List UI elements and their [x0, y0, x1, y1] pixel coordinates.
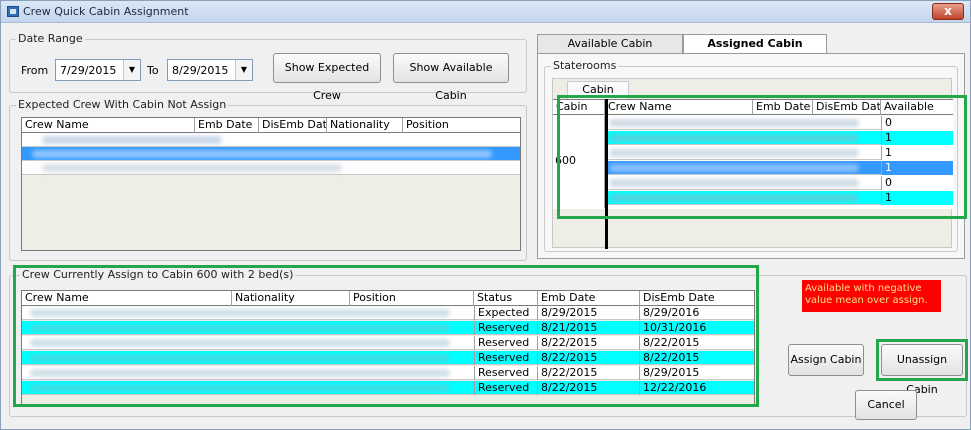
callout-highlight-assigned-crew — [13, 265, 759, 407]
crew-quick-cabin-assignment-window: Crew Quick Cabin Assignment x Date Range… — [0, 0, 971, 430]
to-label: To — [147, 64, 159, 77]
column-header-position[interactable]: Position — [403, 118, 522, 133]
chevron-down-icon[interactable]: ▼ — [123, 60, 140, 80]
to-date-picker[interactable]: 8/29/2015 ▼ — [167, 59, 253, 81]
show-available-cabin-button[interactable]: Show Available Cabin — [393, 53, 509, 102]
redacted-text — [42, 136, 222, 144]
column-header-crew-name[interactable]: Crew Name — [22, 118, 195, 133]
column-header-nationality[interactable]: Nationality — [327, 118, 403, 133]
window-title: Crew Quick Cabin Assignment — [23, 5, 189, 18]
redacted-text — [32, 150, 492, 158]
callout-highlight-unassign — [876, 339, 968, 381]
table-row[interactable] — [22, 133, 520, 147]
tab-assigned-cabin[interactable]: Assigned Cabin — [683, 34, 827, 54]
staterooms-legend: Staterooms — [551, 59, 619, 72]
callout-highlight-staterooms — [557, 95, 967, 219]
tab-available-cabin[interactable]: Available Cabin — [537, 34, 683, 54]
from-date-picker[interactable]: 7/29/2015 ▼ — [55, 59, 141, 81]
redacted-text — [42, 164, 342, 172]
app-icon — [7, 6, 19, 17]
from-label: From — [21, 64, 49, 77]
cancel-button[interactable]: Cancel — [855, 390, 917, 420]
chevron-down-icon[interactable]: ▼ — [235, 60, 252, 80]
table-row[interactable] — [22, 161, 520, 175]
expected-crew-grid[interactable]: Crew Name Emb Date DisEmb Date Nationali… — [21, 117, 521, 251]
date-range-legend: Date Range — [16, 32, 85, 45]
close-button[interactable]: x — [932, 3, 964, 20]
show-expected-crew-button[interactable]: Show Expected Crew — [273, 53, 381, 102]
to-date-value: 8/29/2015 — [172, 64, 229, 77]
assign-cabin-button[interactable]: Assign Cabin — [788, 344, 864, 376]
from-date-value: 7/29/2015 — [60, 64, 117, 77]
title-bar: Crew Quick Cabin Assignment x — [1, 1, 970, 23]
over-assign-warning: Available with negative value mean over … — [802, 280, 941, 312]
table-row-selected[interactable] — [22, 147, 520, 161]
close-icon: x — [944, 4, 952, 18]
column-header-emb-date[interactable]: Emb Date — [195, 118, 259, 133]
column-header-disemb-date[interactable]: DisEmb Date — [259, 118, 327, 133]
expected-crew-grid-header: Crew Name Emb Date DisEmb Date Nationali… — [22, 118, 520, 133]
expected-crew-legend: Expected Crew With Cabin Not Assign — [16, 98, 229, 111]
